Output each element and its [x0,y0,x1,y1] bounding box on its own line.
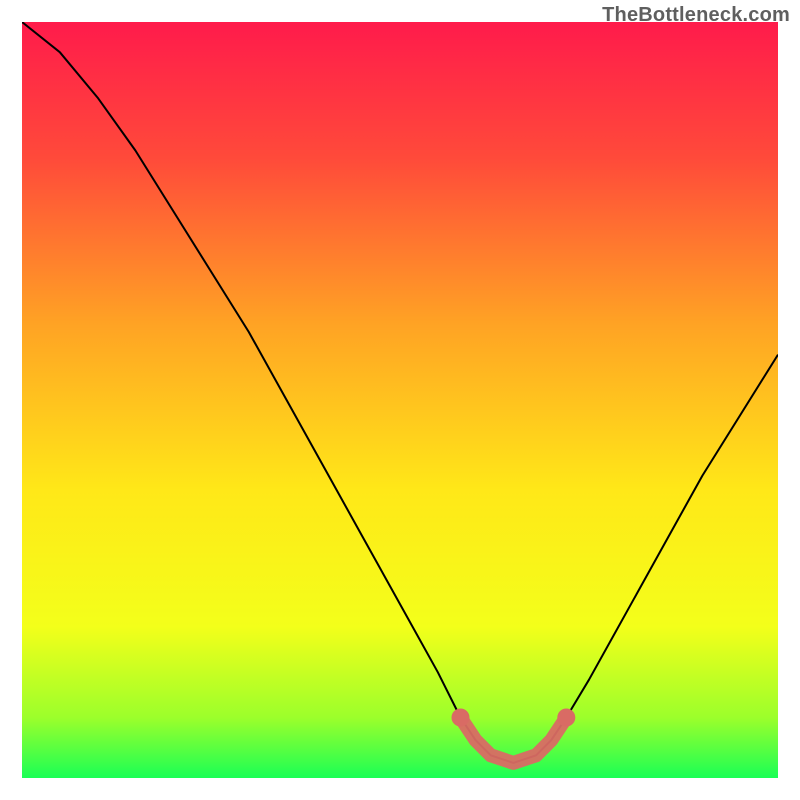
chart-svg [22,22,778,778]
bottleneck-chart [22,22,778,778]
